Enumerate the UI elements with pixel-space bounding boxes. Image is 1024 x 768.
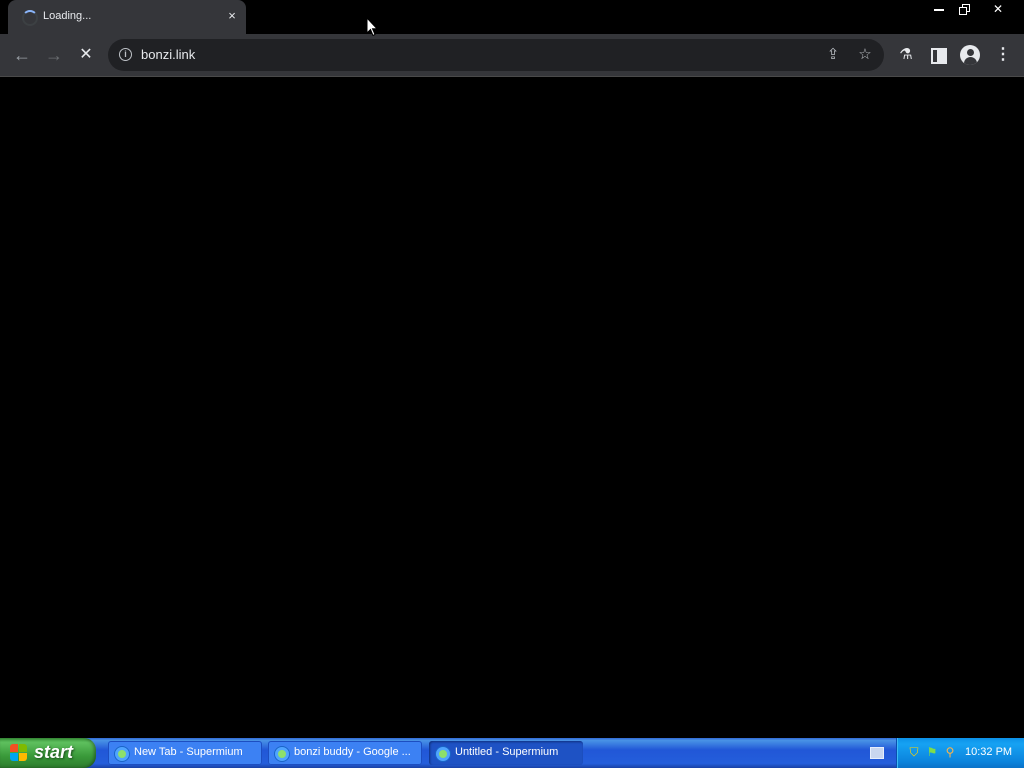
bookmark-star-icon[interactable]: ☆	[856, 46, 874, 64]
minimize-icon	[934, 9, 944, 11]
avatar-head	[967, 49, 974, 56]
tab-title: Loading...	[43, 10, 92, 22]
page-content	[0, 77, 1024, 738]
browser-toolbar: ← → ✕ i bonzi.link ⇪ ☆ ⚗ ⋮	[0, 34, 1024, 77]
forward-button[interactable]: →	[42, 43, 66, 67]
restore-icon-front	[959, 7, 967, 15]
url-text[interactable]: bonzi.link	[141, 47, 195, 62]
tab-close-icon[interactable]: ×	[224, 8, 240, 24]
browser-tab[interactable]: Loading... ×	[8, 0, 246, 34]
start-button[interactable]: start	[0, 738, 96, 768]
supermium-icon	[435, 746, 451, 762]
system-tray: ⛉ ⚑ ⚲ 10:32 PM	[896, 738, 1024, 768]
browser-menu-icon[interactable]: ⋮	[993, 45, 1013, 65]
labs-flask-icon[interactable]: ⚗	[896, 45, 916, 65]
back-button[interactable]: ←	[10, 43, 34, 67]
taskbar: start New Tab - Supermium bonzi buddy - …	[0, 738, 1024, 768]
restore-button[interactable]	[953, 0, 977, 18]
minimize-button[interactable]	[928, 0, 952, 18]
avatar-body	[964, 57, 977, 65]
taskbar-item-label: Untitled - Supermium	[455, 746, 559, 758]
taskbar-item-label: New Tab - Supermium	[134, 746, 243, 758]
clock[interactable]: 10:32 PM	[965, 746, 1012, 758]
loading-spinner-icon	[22, 10, 38, 26]
taskbar-item-new-tab[interactable]: New Tab - Supermium	[108, 741, 262, 765]
taskbar-item-label: bonzi buddy - Google ...	[294, 746, 411, 758]
share-icon[interactable]: ⇪	[824, 46, 842, 64]
windows-logo-icon	[10, 744, 28, 762]
start-label: start	[34, 742, 74, 762]
window-close-button[interactable]: ✕	[986, 0, 1010, 18]
mouse-cursor-icon	[366, 17, 378, 37]
site-info-icon[interactable]: i	[119, 48, 132, 61]
address-bar[interactable]: i bonzi.link ⇪ ☆	[108, 39, 884, 71]
taskbar-item-bonzi-buddy[interactable]: bonzi buddy - Google ...	[268, 741, 422, 765]
profile-avatar-icon[interactable]	[960, 45, 980, 65]
side-panel-icon[interactable]	[928, 45, 948, 65]
search-magnifier-icon[interactable]: ⚲	[943, 745, 957, 759]
supermium-icon	[274, 746, 290, 762]
supermium-icon	[114, 746, 130, 762]
side-panel-fill	[937, 48, 945, 64]
taskbar-item-untitled[interactable]: Untitled - Supermium	[429, 741, 583, 765]
network-icon[interactable]: ⚑	[925, 745, 939, 759]
security-shield-icon[interactable]: ⛉	[907, 745, 921, 759]
keyboard-language-icon[interactable]	[870, 747, 884, 759]
tab-strip: Loading... × ✕	[0, 0, 1024, 34]
stop-loading-button[interactable]: ✕	[74, 43, 98, 67]
